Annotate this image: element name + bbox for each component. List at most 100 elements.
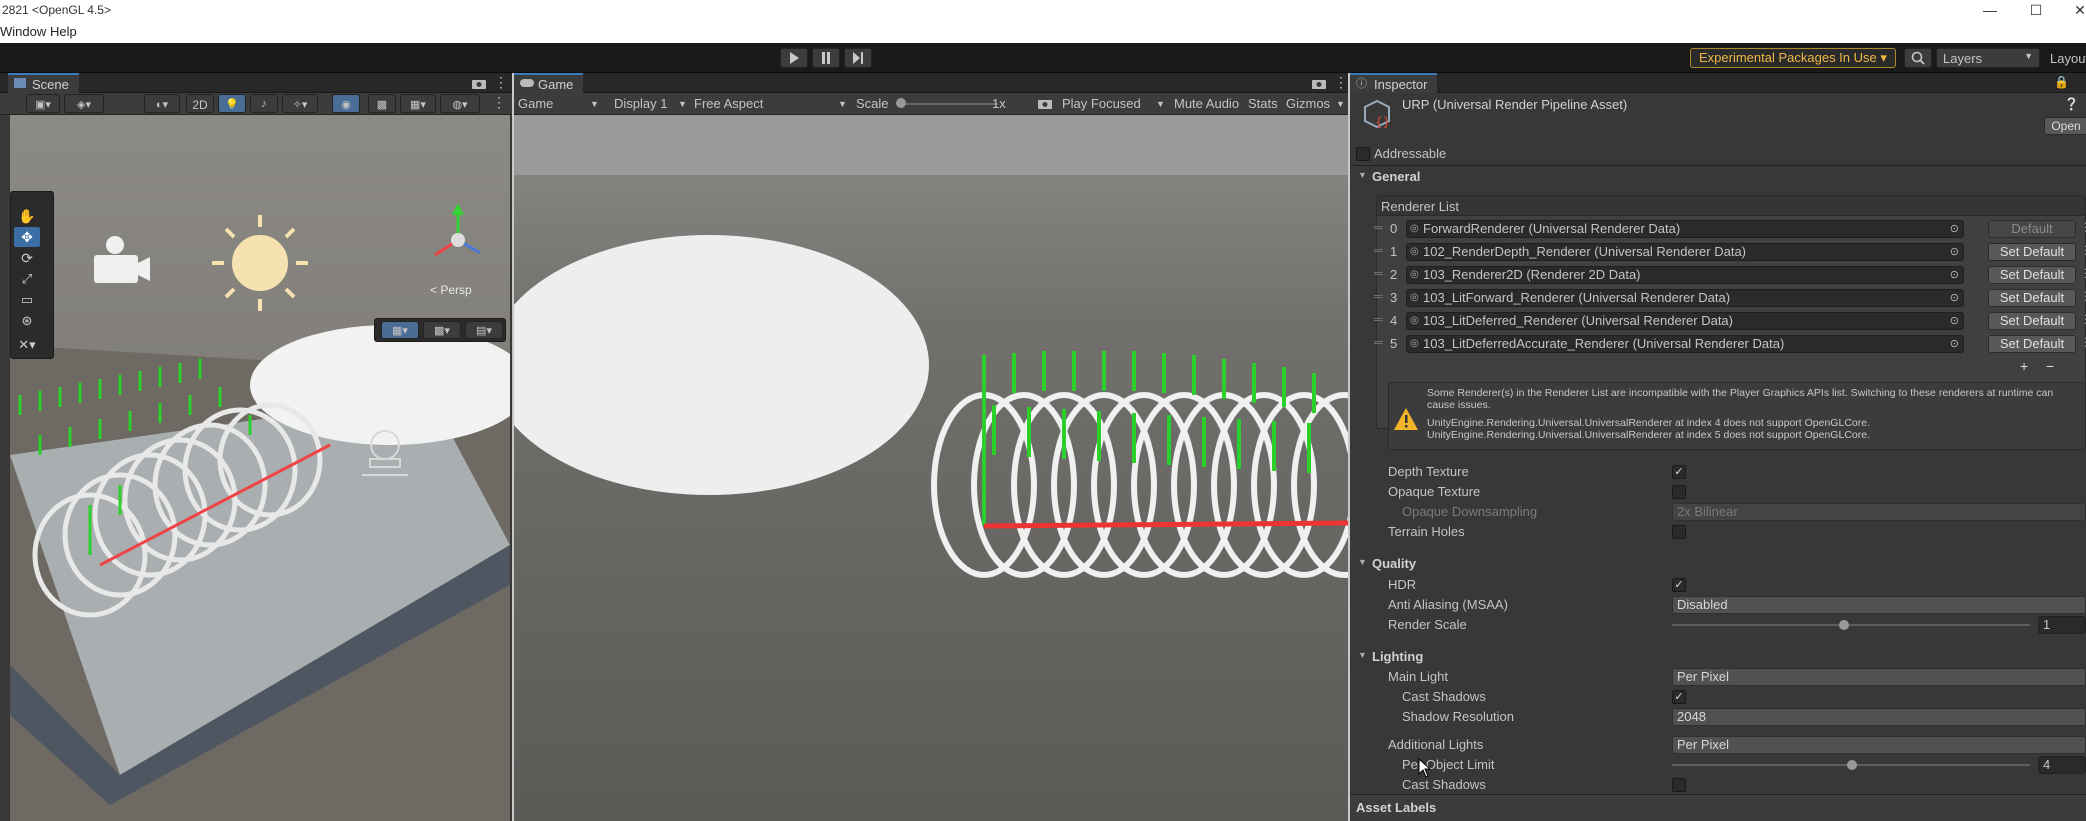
lock-icon[interactable]: 🔒 [2054, 75, 2069, 89]
layout-dropdown[interactable]: Layout [2050, 51, 2086, 66]
toggle-2d-label: 2D [192, 98, 208, 112]
renderer-object-field[interactable]: ◎ 102_RenderDepth_Renderer (Universal Ren… [1406, 243, 1964, 261]
renderer-object-field[interactable]: ◎ 103_Renderer2D (Renderer 2D Data) ⊙ [1406, 266, 1964, 284]
more-icon[interactable]: ⋮ [492, 94, 506, 111]
transform-tool[interactable]: ⊛ [14, 311, 40, 331]
gizmos-button[interactable]: ◍▾ [440, 94, 480, 113]
more-icon[interactable]: ⋮ [2080, 312, 2086, 330]
minimize-button[interactable]: — [1970, 0, 2010, 21]
camera-icon[interactable] [472, 77, 486, 89]
set-default-button[interactable]: Set Default [1988, 335, 2076, 353]
renderer-object-field[interactable]: ◎ 103_LitForward_Renderer (Universal Rend… [1406, 289, 1964, 307]
projection-label[interactable]: < Persp [430, 283, 472, 297]
layers-label: Layers [1943, 50, 1983, 66]
mute-audio-button[interactable]: Mute Audio [1174, 96, 1239, 111]
search-button[interactable] [1904, 48, 1932, 68]
main-toolbar: Experimental Packages In Use ▾ Layers ▼ … [0, 43, 2086, 73]
drag-handle-icon[interactable]: ═ [1374, 335, 1383, 349]
object-picker-icon[interactable]: ⊙ [1950, 221, 1959, 237]
step-button[interactable] [844, 48, 872, 68]
draw-mode-button[interactable]: ▣▾ [26, 94, 60, 113]
toggle-2d-button[interactable]: 2D [186, 94, 214, 113]
layers-dropdown[interactable]: Layers ▼ [1936, 48, 2040, 68]
rect-tool[interactable]: ▭ [14, 290, 40, 310]
more-icon[interactable]: ⋮ [1334, 74, 1348, 91]
drag-handle-icon[interactable]: ═ [1374, 289, 1383, 303]
renderer-object-field[interactable]: ◎ 103_LitDeferred_Renderer (Universal Ren… [1406, 312, 1964, 330]
drag-handle-icon[interactable]: ═ [1374, 266, 1383, 280]
grid-snap-toolbar: ▦▾ ▩▾ ▤▾ [374, 318, 506, 342]
gizmos-dropdown[interactable]: Gizmos [1286, 96, 1330, 111]
object-picker-icon[interactable]: ⊙ [1950, 336, 1959, 352]
scale-tool[interactable]: ⤢ [14, 269, 40, 289]
object-picker-icon[interactable]: ⊙ [1950, 267, 1959, 283]
grid-icon: ▦▾ [392, 324, 408, 337]
more-icon[interactable]: ⋮ [2080, 335, 2086, 353]
menu-window[interactable]: Window [0, 24, 46, 39]
search-icon [1911, 51, 1925, 65]
game-mode-dropdown[interactable]: Game [518, 96, 553, 111]
scene-toolbar: ▣▾ ◈▾ ◐▾ 2D 💡 ♪ ✧▾ ◉ ▩ ▦▾ ◍▾ ⋮ [0, 93, 512, 115]
tools-button[interactable]: ▦▾ [400, 94, 436, 113]
display-dropdown[interactable]: Display 1 [614, 96, 667, 111]
hand-tool[interactable]: ✋ [14, 206, 40, 226]
set-default-button[interactable]: Set Default [1988, 289, 2076, 307]
set-default-button[interactable]: Set Default [1988, 312, 2076, 330]
scene-viewport[interactable]: < Persp [10, 115, 510, 821]
play-button[interactable] [780, 48, 808, 68]
addressable-checkbox[interactable] [1356, 147, 1370, 161]
set-default-button[interactable]: Set Default [1988, 266, 2076, 284]
close-button[interactable]: ✕ [2060, 0, 2086, 21]
more-icon[interactable]: ⋮ [2080, 220, 2086, 238]
game-viewport[interactable] [514, 115, 1348, 821]
more-icon[interactable]: ⋮ [2080, 289, 2086, 307]
custom-tool[interactable]: ✕▾ [14, 335, 40, 355]
aspect-dropdown[interactable]: Free Aspect [694, 96, 763, 111]
object-picker-icon[interactable]: ⊙ [1950, 290, 1959, 306]
more-icon[interactable]: ⋮ [2080, 266, 2086, 284]
scale-slider-knob[interactable] [896, 98, 906, 108]
title-bar: 2821 <OpenGL 4.5> — ☐ ✕ [0, 0, 2086, 21]
drag-handle-icon[interactable]: ═ [1374, 243, 1383, 257]
grid-snapping-button[interactable]: ▩▾ [423, 321, 461, 339]
snapshot-icon[interactable] [1038, 97, 1052, 109]
shading-button[interactable]: ◐▾ [144, 94, 180, 113]
visibility-toggle[interactable]: ◉ [332, 94, 360, 113]
open-button[interactable]: Open [2044, 117, 2086, 135]
renderer-object-field[interactable]: ◎ ForwardRenderer (Universal Renderer Dat… [1406, 220, 1964, 238]
stats-button[interactable]: Stats [1248, 96, 1278, 111]
camera-icon[interactable] [1312, 77, 1326, 89]
help-icon[interactable]: ❔ [2064, 97, 2079, 111]
renderer-index: 5 [1390, 336, 1398, 351]
gizmo-mode-button[interactable]: ◈▾ [64, 94, 104, 113]
menu-help[interactable]: Help [50, 24, 77, 39]
maximize-button[interactable]: ☐ [2016, 0, 2056, 21]
set-default-button[interactable]: Set Default [1988, 243, 2076, 261]
rotate-tool[interactable]: ⟳ [14, 248, 40, 268]
custom-tool-icon: ✕▾ [18, 337, 36, 352]
increment-snap-button[interactable]: ▤▾ [465, 321, 503, 339]
effects-toggle[interactable]: ✧▾ [282, 94, 318, 113]
audio-toggle[interactable]: ♪ [250, 94, 278, 113]
more-icon[interactable]: ⋮ [494, 74, 508, 91]
chevron-down-icon: ▼ [678, 99, 687, 109]
addressable-label: Addressable [1374, 146, 1447, 161]
drag-handle-icon[interactable]: ═ [1374, 220, 1383, 234]
grid-visibility-button[interactable]: ▦▾ [381, 321, 419, 339]
object-picker-icon[interactable]: ⊙ [1950, 244, 1959, 260]
chevron-down-icon: ▼ [838, 99, 847, 109]
object-picker-icon[interactable]: ⊙ [1950, 313, 1959, 329]
scene-render [10, 115, 510, 821]
hand-icon: ✋ [18, 207, 36, 224]
experimental-packages-button[interactable]: Experimental Packages In Use ▾ [1690, 48, 1896, 68]
scene-camera-button[interactable]: ▩ [368, 94, 396, 113]
pause-button[interactable] [812, 48, 840, 68]
more-icon[interactable]: ⋮ [2080, 243, 2086, 261]
drag-handle-icon[interactable]: ═ [1374, 312, 1383, 326]
lighting-toggle[interactable]: 💡 [218, 94, 246, 113]
general-foldout[interactable]: ▼ General [1350, 166, 2086, 188]
scale-slider[interactable] [898, 103, 998, 105]
renderer-object-field[interactable]: ◎ 103_LitDeferredAccurate_Renderer (Unive… [1406, 335, 1964, 353]
move-tool[interactable]: ✥ [14, 227, 40, 247]
play-focused-dropdown[interactable]: Play Focused [1062, 96, 1141, 111]
